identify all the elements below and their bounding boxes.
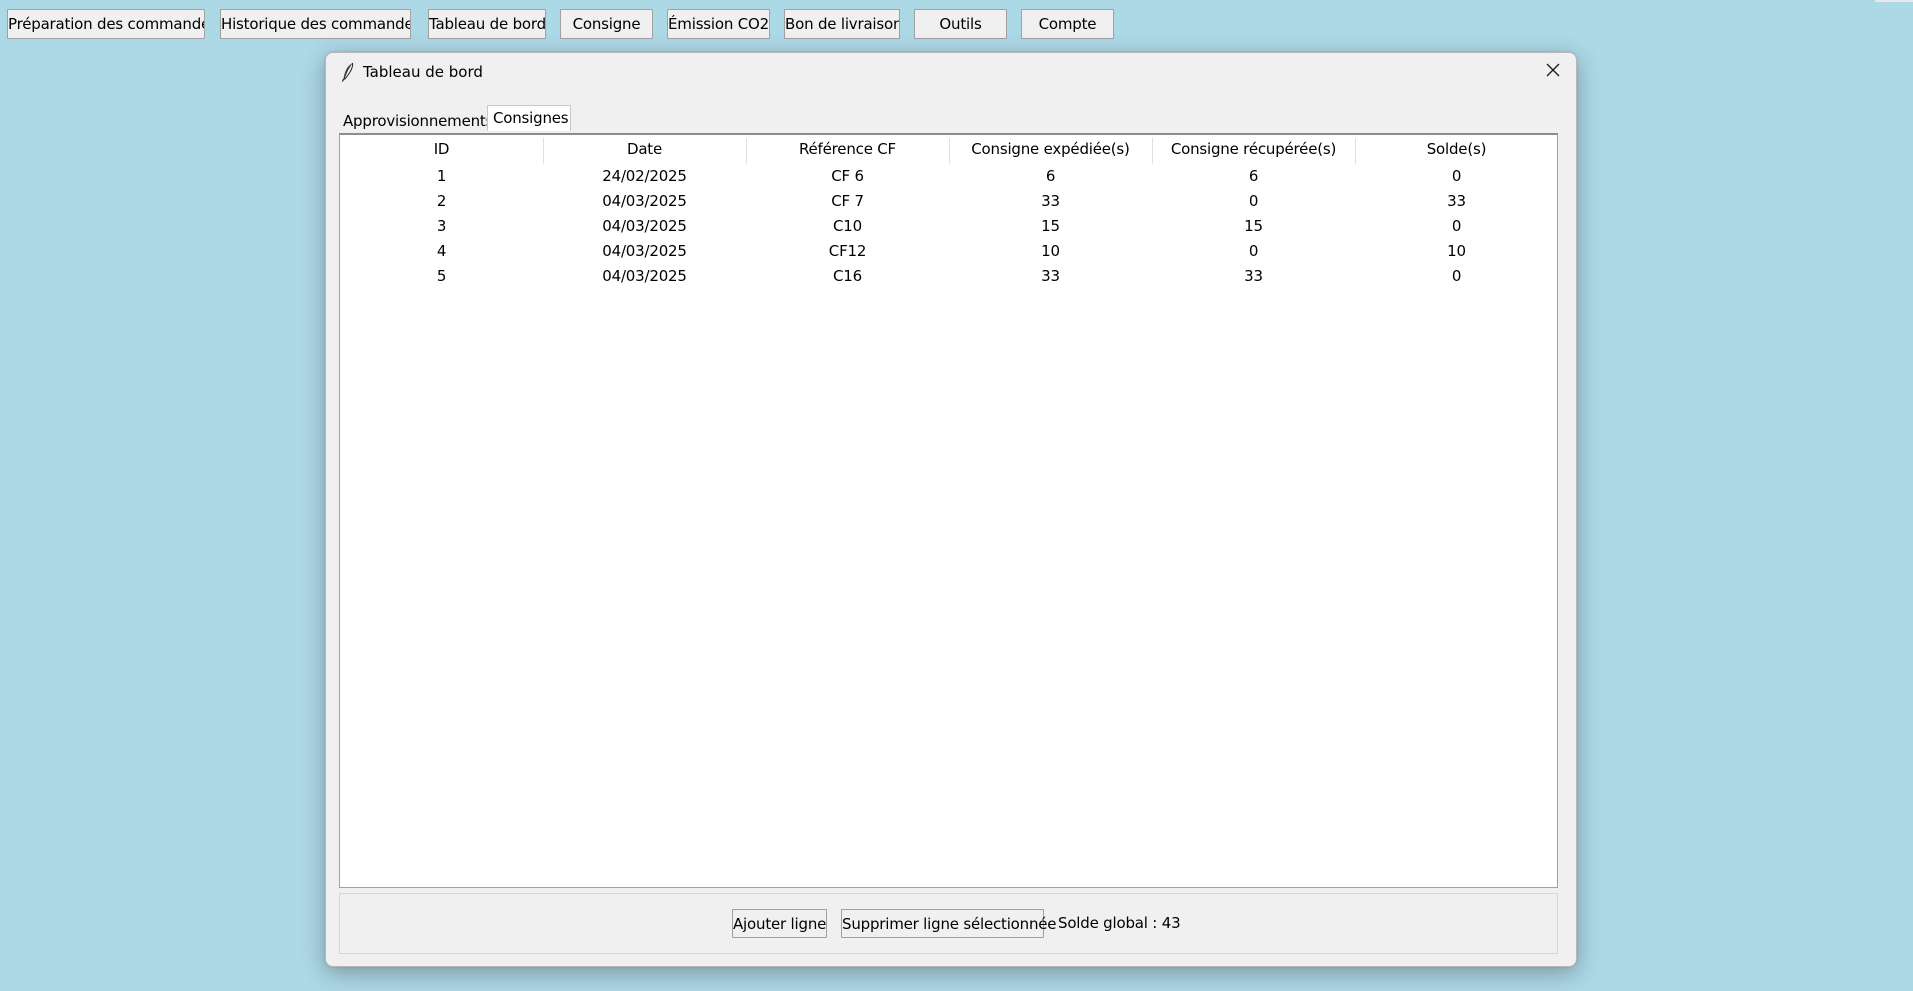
cell-id: 3 (436, 217, 447, 235)
cell-consigne-expediee: 10 (1041, 242, 1060, 260)
cell-solde: 0 (1451, 267, 1462, 285)
column-header-reference-cf[interactable]: Référence CF (746, 135, 949, 164)
action-panel: Ajouter ligne Supprimer ligne sélectionn… (339, 893, 1558, 954)
table-row[interactable]: 4 04/03/2025 CF12 10 0 10 (340, 239, 1557, 264)
add-row-button[interactable]: Ajouter ligne (732, 909, 827, 938)
solde-global-label: Solde global : 43 (1058, 914, 1181, 932)
cell-date: 04/03/2025 (602, 217, 687, 235)
column-header-solde[interactable]: Solde(s) (1355, 135, 1558, 164)
tableau-de-bord-button[interactable]: Tableau de bord (428, 9, 546, 39)
cell-solde: 10 (1447, 242, 1466, 260)
cell-reference-cf: CF 7 (831, 192, 864, 210)
column-header-consigne-recuperee[interactable]: Consigne récupérée(s) (1152, 135, 1355, 164)
consignes-table[interactable]: ID Date Référence CF Consigne expédiée(s… (339, 133, 1558, 888)
cell-reference-cf: CF12 (828, 242, 867, 260)
outils-button[interactable]: Outils (914, 9, 1007, 39)
cell-reference-cf: C10 (833, 217, 862, 235)
feather-icon (340, 62, 356, 82)
cell-consigne-recuperee: 0 (1248, 192, 1259, 210)
cell-reference-cf: C16 (833, 267, 862, 285)
cell-solde: 0 (1451, 217, 1462, 235)
cell-date: 04/03/2025 (602, 192, 687, 210)
cell-consigne-expediee: 6 (1045, 167, 1056, 185)
cell-consigne-recuperee: 6 (1248, 167, 1259, 185)
table-row[interactable]: 3 04/03/2025 C10 15 15 0 (340, 214, 1557, 239)
cell-consigne-expediee: 33 (1041, 267, 1060, 285)
table-row[interactable]: 1 24/02/2025 CF 6 6 6 0 (340, 164, 1557, 189)
preparation-commandes-button[interactable]: Préparation des commandes (7, 9, 205, 39)
cell-consigne-recuperee: 0 (1248, 242, 1259, 260)
window-title: Tableau de bord (363, 63, 483, 81)
delete-selected-row-button[interactable]: Supprimer ligne sélectionnée (841, 909, 1057, 938)
cell-date: 04/03/2025 (602, 242, 687, 260)
tab-consignes[interactable]: Consignes (487, 105, 571, 131)
table-row[interactable]: 2 04/03/2025 CF 7 33 0 33 (340, 189, 1557, 214)
column-header-id[interactable]: ID (340, 135, 543, 164)
close-button[interactable] (1530, 53, 1576, 91)
compte-button[interactable]: Compte (1021, 9, 1114, 39)
cell-date: 04/03/2025 (602, 267, 687, 285)
emission-co2-button[interactable]: Émission CO2 (667, 9, 770, 39)
column-header-consigne-expediee[interactable]: Consigne expédiée(s) (949, 135, 1152, 164)
tableau-de-bord-window: Tableau de bord Approvisionnements Consi… (325, 52, 1577, 967)
screen-top-edge (1875, 0, 1913, 2)
cell-consigne-expediee: 33 (1041, 192, 1060, 210)
close-icon (1546, 63, 1560, 81)
cell-id: 4 (436, 242, 447, 260)
cell-id: 5 (436, 267, 447, 285)
table-header: ID Date Référence CF Consigne expédiée(s… (340, 135, 1557, 164)
cell-id: 2 (436, 192, 447, 210)
cell-solde: 33 (1447, 192, 1466, 210)
cell-id: 1 (436, 167, 447, 185)
consigne-button[interactable]: Consigne (560, 9, 653, 39)
cell-solde: 0 (1451, 167, 1462, 185)
bon-de-livraison-button[interactable]: Bon de livraison (784, 9, 900, 39)
cell-reference-cf: CF 6 (831, 167, 864, 185)
cell-consigne-expediee: 15 (1041, 217, 1060, 235)
historique-commandes-button[interactable]: Historique des commandes (220, 9, 411, 39)
table-row[interactable]: 5 04/03/2025 C16 33 33 0 (340, 264, 1557, 289)
cell-consigne-recuperee: 15 (1244, 217, 1263, 235)
cell-date: 24/02/2025 (602, 167, 687, 185)
cell-consigne-recuperee: 33 (1244, 267, 1263, 285)
window-titlebar[interactable]: Tableau de bord (326, 53, 1576, 91)
column-header-date[interactable]: Date (543, 135, 746, 164)
